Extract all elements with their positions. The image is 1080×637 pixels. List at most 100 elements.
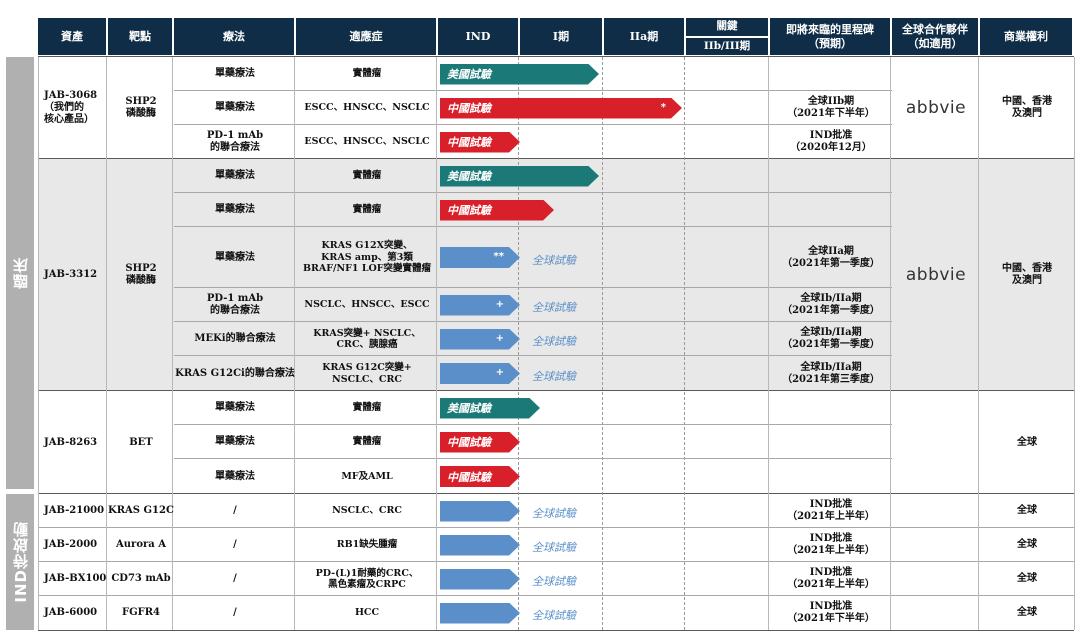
indication: KRAS突變+ NSCLC、 CRC、胰腺癌 [313, 327, 421, 350]
global-trial-label: 全球試驗 [532, 575, 576, 588]
therapy: KRAS G12Ci的聯合療法 [175, 367, 295, 379]
progress-bar: ** [440, 247, 520, 268]
milestone [770, 391, 892, 425]
therapy: / [233, 607, 237, 618]
indication: RB1缺失腫瘤 [336, 539, 398, 551]
target-name: FGFR4 [121, 607, 160, 618]
indication: 實體瘤 [352, 170, 382, 182]
progress-bar: + [440, 295, 520, 316]
progress-bar [440, 603, 520, 624]
progress-bar: 美國試驗 [440, 398, 540, 419]
header-target: 靶點 [108, 18, 172, 55]
phase-divider [602, 57, 603, 630]
milestone: 全球IIa期 （2021年第一季度） [782, 245, 880, 269]
indication: 實體瘤 [352, 204, 382, 216]
indication: 實體瘤 [352, 436, 382, 448]
global-trial-label: 全球試驗 [532, 301, 576, 314]
progress-bar: 中國試驗 [440, 200, 554, 221]
header-pivotal-top: 關鍵 [686, 18, 768, 36]
therapy: 單藥療法 [215, 102, 255, 113]
trial-label: 中國試驗 [447, 136, 491, 149]
trial-label: 美國試驗 [447, 68, 491, 81]
therapy: / [233, 505, 237, 516]
indication: ESCC、HNSCC、NSCLC [304, 136, 430, 148]
therapy: 單藥療法 [215, 170, 255, 181]
progress-bar [440, 535, 520, 556]
header-phase2a: IIa期 [604, 18, 684, 55]
trial-label: 美國試驗 [447, 170, 491, 183]
indication: PD-(L)1耐藥的CRC、 黑色素瘤及CRPC [315, 567, 419, 590]
footnote-mark: * [660, 101, 666, 113]
trial-label: 美國試驗 [447, 402, 491, 415]
therapy: 單藥療法 [215, 204, 255, 215]
phase-divider [684, 57, 685, 630]
progress-bar: 中國試驗 * [440, 98, 682, 119]
global-trial-label: 全球試驗 [532, 609, 576, 622]
trial-label: 中國試驗 [447, 470, 491, 484]
progress-bar: 中國試驗 [440, 432, 520, 453]
global-trial-label: 全球試驗 [532, 541, 576, 554]
header-indication: 適應症 [296, 18, 436, 55]
global-trial-label: 全球試驗 [532, 369, 576, 383]
milestone [770, 57, 892, 91]
milestone: IND批准 （2020年12月） [790, 130, 872, 153]
trial-label: 中國試驗 [447, 436, 491, 449]
therapy: / [233, 573, 237, 584]
therapy: / [233, 539, 237, 550]
progress-bar: + [440, 363, 520, 384]
global-trial-label: 全球試驗 [532, 253, 576, 267]
progress-bar: 中國試驗 [440, 466, 520, 487]
header-milestone: 即將來臨的里程碑 （預期） [770, 18, 890, 55]
indication: KRAS G12X突變、 KRAS amp、第3類 BRAF/NF1 LOF突變… [302, 240, 432, 275]
column-divider [1074, 57, 1075, 630]
target-name: CD73 mAb [111, 573, 171, 584]
milestone: IND批准 （2021年上半年） [787, 567, 875, 590]
commercial-rights: 全球 [1017, 505, 1037, 516]
trial-label: 中國試驗 [447, 204, 491, 217]
header-asset: 資產 [38, 18, 106, 55]
asset-name: JAB-3068 （我們的 核心產品） [44, 90, 98, 125]
partner-logo: abbvie [905, 265, 967, 285]
column-divider [768, 57, 769, 630]
progress-bar: 中國試驗 [440, 132, 520, 153]
progress-bar [440, 501, 520, 522]
global-trial-label: 全球試驗 [532, 335, 576, 348]
asset-name: JAB-8263 [44, 436, 98, 448]
target-name: KRAS G12C [108, 505, 174, 516]
progress-bar: 美國試驗 [440, 166, 599, 187]
global-trial-label: 全球試驗 [532, 507, 576, 520]
indication: ESCC、HNSCC、NSCLC [304, 102, 430, 114]
footnote-mark: + [495, 367, 504, 378]
indication: 實體瘤 [352, 402, 382, 414]
milestone: 全球Ib/IIa期 （2021年第三季度） [782, 361, 880, 385]
commercial-rights: 全球 [1017, 539, 1037, 550]
header-ind: IND [438, 18, 518, 55]
header-partner: 全球合作夥伴 （如適用） [892, 18, 978, 55]
commercial-rights: 全球 [1017, 436, 1037, 448]
commercial-rights: 中國、香港 及澳門 [1002, 263, 1052, 286]
indication: NSCLC、CRC [332, 505, 402, 517]
milestone: 全球Ib/IIa期 （2021年第一季度） [782, 327, 880, 350]
therapy: PD-1 mAb 的聯合療法 [206, 293, 264, 316]
milestone: IND批准 （2021年上半年） [787, 533, 875, 556]
header-therapy: 療法 [174, 18, 294, 55]
target-name: Aurora A [116, 539, 166, 550]
commercial-rights: 全球 [1017, 607, 1037, 618]
side-label-ind-enabling: IND待啟動 [6, 494, 34, 630]
target-name: BET [129, 436, 153, 448]
milestone [770, 159, 892, 193]
milestone: IND批准 （2021年上半年） [787, 499, 875, 522]
progress-bar [440, 569, 520, 590]
asset-name: JAB-2000 [44, 539, 98, 550]
asset-name: JAB-3312 [44, 269, 98, 280]
side-label-clinical: 臨床 [6, 57, 34, 489]
milestone [770, 425, 892, 459]
row-divider [38, 630, 1074, 631]
header-phase1: I期 [520, 18, 602, 55]
target-name: SHP2 磷酸酶 [125, 263, 157, 286]
therapy: MEKi的聯合療法 [194, 333, 276, 344]
therapy: 單藥療法 [215, 470, 255, 482]
therapy: 單藥療法 [215, 402, 255, 413]
milestone [770, 459, 892, 494]
therapy: PD-1 mAb 的聯合療法 [206, 130, 264, 153]
